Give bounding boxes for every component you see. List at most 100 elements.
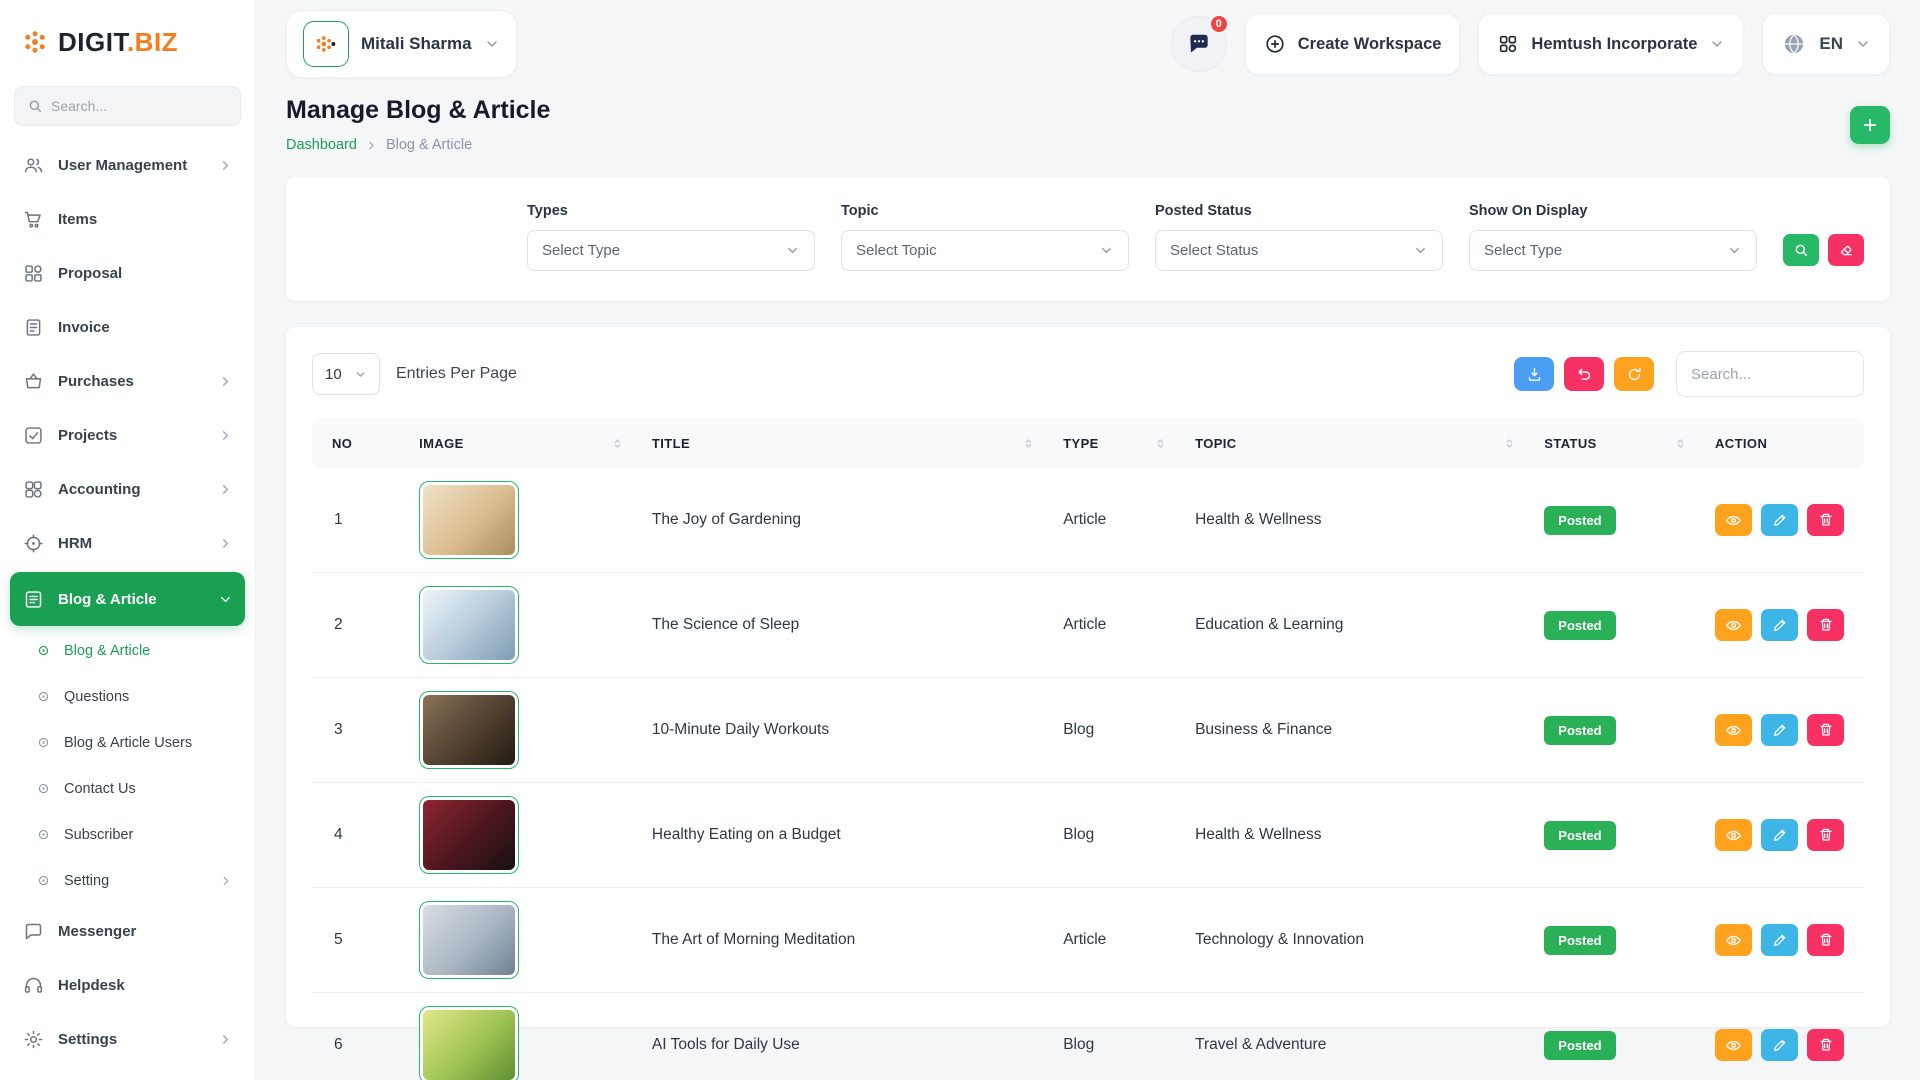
chevron-right-icon	[218, 536, 233, 551]
refresh-button[interactable]	[1614, 357, 1654, 391]
row-no: 6	[312, 993, 405, 1080]
edit-button[interactable]	[1761, 609, 1798, 641]
row-title: 10-Minute Daily Workouts	[638, 678, 1049, 783]
types-select[interactable]: Select Type	[527, 230, 815, 271]
sidebar-item-items[interactable]: Items	[10, 192, 245, 246]
edit-button[interactable]	[1761, 1029, 1798, 1061]
table-toolbar	[1514, 351, 1864, 397]
circle-dot-icon	[36, 781, 52, 797]
chevron-right-icon	[218, 428, 233, 443]
col-header-type[interactable]: TYPE	[1049, 419, 1181, 468]
trash-icon	[1818, 1037, 1834, 1053]
trash-icon	[1818, 827, 1834, 843]
sidebar-item-blog-article[interactable]: Blog & Article	[10, 572, 245, 626]
page-title: Manage Blog & Article	[286, 96, 550, 125]
delete-button[interactable]	[1807, 924, 1844, 956]
table-row: 5 The Art of Morning Meditation Article …	[312, 888, 1864, 993]
sidebar-item-settings[interactable]: Settings	[10, 1012, 245, 1066]
brand-logo[interactable]: DIGIT.BIZ	[0, 0, 255, 84]
filter-search-button[interactable]	[1783, 234, 1819, 266]
sidebar-search-input[interactable]	[51, 98, 228, 114]
edit-button[interactable]	[1761, 819, 1798, 851]
sidebar-item-messenger[interactable]: Messenger	[10, 904, 245, 958]
eye-icon	[1725, 512, 1742, 529]
workspace-selector[interactable]: Hemtush Incorporate	[1478, 13, 1744, 75]
sidebar-subitem-blog-article-users[interactable]: Blog & Article Users	[10, 720, 245, 766]
topic-select[interactable]: Select Topic	[841, 230, 1129, 271]
create-workspace-button[interactable]: Create Workspace	[1245, 13, 1461, 75]
row-type: Blog	[1049, 678, 1181, 783]
sidebar-subitem-subscriber[interactable]: Subscriber	[10, 812, 245, 858]
breadcrumb-dashboard[interactable]: Dashboard	[286, 137, 357, 153]
view-button[interactable]	[1715, 609, 1752, 641]
chat-button[interactable]: 0	[1171, 16, 1227, 72]
export-button[interactable]	[1514, 357, 1554, 391]
row-topic: Education & Learning	[1181, 573, 1530, 678]
chevron-down-icon	[1727, 243, 1742, 258]
delete-button[interactable]	[1807, 504, 1844, 536]
col-header-no[interactable]: NO	[312, 419, 405, 468]
delete-button[interactable]	[1807, 1029, 1844, 1061]
row-type: Blog	[1049, 783, 1181, 888]
row-thumbnail[interactable]	[419, 586, 519, 664]
row-thumbnail[interactable]	[419, 691, 519, 769]
blog-table: NO IMAGE TITLE TYPE TOPIC STATUS ACTION …	[312, 419, 1864, 1080]
row-title: The Science of Sleep	[638, 573, 1049, 678]
status-badge: Posted	[1544, 926, 1615, 955]
sidebar-item-invoice[interactable]: Invoice	[10, 300, 245, 354]
row-thumbnail[interactable]	[419, 796, 519, 874]
chevron-down-icon	[484, 36, 500, 52]
status-select[interactable]: Select Status	[1155, 230, 1443, 271]
view-button[interactable]	[1715, 504, 1752, 536]
filter-clear-button[interactable]	[1828, 234, 1864, 266]
row-type: Article	[1049, 888, 1181, 993]
row-thumbnail[interactable]	[419, 481, 519, 559]
table-card: 10 Entries Per Page	[286, 327, 1890, 1027]
sidebar-subitem-blog-article[interactable]: Blog & Article	[10, 628, 245, 674]
col-header-image[interactable]: IMAGE	[405, 419, 638, 468]
filter-card: Types Select Type Topic Select Topic Pos…	[286, 177, 1890, 301]
table-search-input[interactable]	[1676, 351, 1864, 397]
sidebar-subitem-contact-us[interactable]: Contact Us	[10, 766, 245, 812]
row-thumbnail[interactable]	[419, 901, 519, 979]
circle-dot-icon	[36, 873, 52, 889]
user-menu[interactable]: Mitali Sharma	[286, 10, 517, 78]
eye-icon	[1725, 617, 1742, 634]
delete-button[interactable]	[1807, 819, 1844, 851]
col-header-title[interactable]: TITLE	[638, 419, 1049, 468]
delete-button[interactable]	[1807, 714, 1844, 746]
entries-per-page-select[interactable]: 10	[312, 353, 380, 395]
language-code: EN	[1819, 34, 1843, 54]
add-blog-button[interactable]	[1850, 106, 1890, 144]
sidebar-item-helpdesk[interactable]: Helpdesk	[10, 958, 245, 1012]
sidebar-search[interactable]	[14, 86, 241, 126]
display-select[interactable]: Select Type	[1469, 230, 1757, 271]
delete-button[interactable]	[1807, 609, 1844, 641]
sidebar-item-proposal[interactable]: Proposal	[10, 246, 245, 300]
sidebar-item-accounting[interactable]: Accounting	[10, 462, 245, 516]
view-button[interactable]	[1715, 819, 1752, 851]
sidebar-subitem-setting[interactable]: Setting	[10, 858, 245, 904]
view-button[interactable]	[1715, 714, 1752, 746]
cart-icon	[22, 208, 44, 230]
sidebar-item-hrm[interactable]: HRM	[10, 516, 245, 570]
undo-button[interactable]	[1564, 357, 1604, 391]
sidebar-item-purchases[interactable]: Purchases	[10, 354, 245, 408]
status-badge: Posted	[1544, 1031, 1615, 1060]
sidebar-subitem-questions[interactable]: Questions	[10, 674, 245, 720]
view-button[interactable]	[1715, 1029, 1752, 1061]
sidebar-nav: User Management Items Proposal Invoice P…	[0, 138, 255, 1066]
col-header-status[interactable]: STATUS	[1530, 419, 1701, 468]
language-selector[interactable]: EN	[1762, 13, 1890, 75]
edit-button[interactable]	[1761, 504, 1798, 536]
sidebar-item-user-management[interactable]: User Management	[10, 138, 245, 192]
col-header-topic[interactable]: TOPIC	[1181, 419, 1530, 468]
table-header-row: NO IMAGE TITLE TYPE TOPIC STATUS ACTION	[312, 419, 1864, 468]
row-thumbnail[interactable]	[419, 1006, 519, 1080]
edit-button[interactable]	[1761, 714, 1798, 746]
edit-button[interactable]	[1761, 924, 1798, 956]
blog-image	[423, 590, 515, 660]
row-no: 1	[312, 468, 405, 573]
sidebar-item-projects[interactable]: Projects	[10, 408, 245, 462]
view-button[interactable]	[1715, 924, 1752, 956]
